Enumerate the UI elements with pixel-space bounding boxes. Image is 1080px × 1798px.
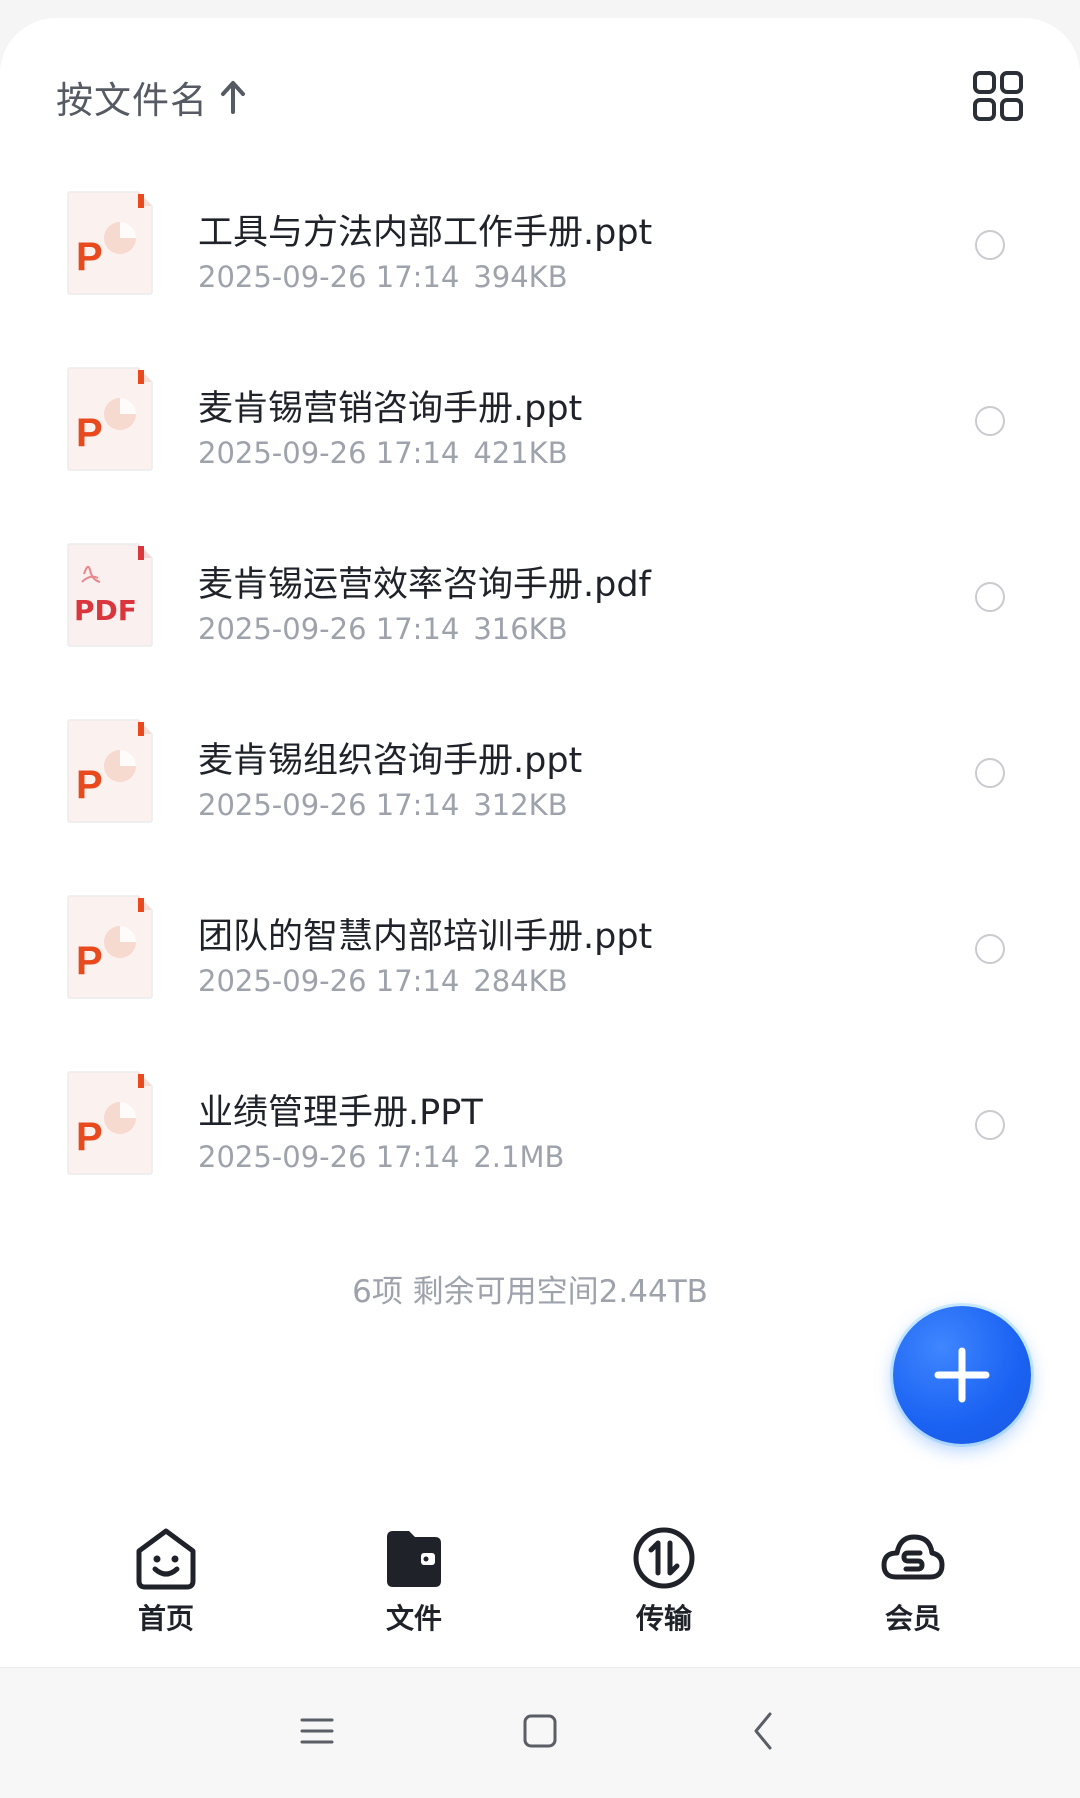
file-meta: 2025-09-26 17:14 312KB xyxy=(198,788,568,822)
file-size: 312KB xyxy=(473,788,568,822)
file-date: 2025-09-26 17:14 xyxy=(198,260,460,294)
file-name: 工具与方法内部工作手册.ppt xyxy=(198,213,653,253)
ppt-file-icon: P xyxy=(67,191,153,295)
nav-vip-label: 会员 xyxy=(884,1602,941,1635)
menu-icon[interactable] xyxy=(292,1706,342,1756)
back-chevron-icon[interactable] xyxy=(740,1706,790,1756)
file-icon-label: P xyxy=(76,763,103,807)
nav-home[interactable]: 首页 xyxy=(106,1525,226,1635)
ppt-file-icon: P xyxy=(67,367,153,471)
bottom-nav: 首页 文件 传输 会员 xyxy=(0,1505,1080,1665)
file-name: 业绩管理手册.PPT xyxy=(198,1093,483,1133)
file-icon-label: P xyxy=(76,411,103,455)
file-date: 2025-09-26 17:14 xyxy=(198,612,460,646)
file-name: 麦肯锡运营效率咨询手册.pdf xyxy=(198,565,651,605)
nav-vip[interactable]: 会员 xyxy=(853,1525,973,1635)
wallet-folder-icon xyxy=(387,1531,441,1587)
square-home-icon[interactable] xyxy=(515,1706,565,1756)
add-button[interactable] xyxy=(893,1306,1031,1444)
file-row[interactable]: P 团队的智慧内部培训手册.ppt 2025-09-26 17:14 284KB xyxy=(0,872,1080,1048)
file-meta: 2025-09-26 17:14 284KB xyxy=(198,964,568,998)
file-row[interactable]: P 工具与方法内部工作手册.ppt 2025-09-26 17:14 394KB xyxy=(0,168,1080,344)
file-icon-label: PDF xyxy=(74,594,137,627)
arrow-up-icon xyxy=(221,81,245,114)
file-size: 394KB xyxy=(473,260,568,294)
file-name: 团队的智慧内部培训手册.ppt xyxy=(198,917,653,957)
nav-transfer-label: 传输 xyxy=(635,1602,692,1635)
grid-view-icon[interactable] xyxy=(972,70,1024,122)
nav-home-label: 首页 xyxy=(137,1602,194,1635)
ppt-file-icon: P xyxy=(67,719,153,823)
ppt-file-icon: P xyxy=(67,1071,153,1175)
file-name: 麦肯锡组织咨询手册.ppt xyxy=(198,741,583,781)
file-meta: 2025-09-26 17:14 421KB xyxy=(198,436,568,470)
file-row[interactable]: P 业绩管理手册.PPT 2025-09-26 17:14 2.1MB xyxy=(0,1048,1080,1224)
sort-label: 按文件名 xyxy=(56,79,208,122)
file-date: 2025-09-26 17:14 xyxy=(198,1140,460,1174)
smiley-home-icon xyxy=(136,1528,196,1590)
file-name: 麦肯锡营销咨询手册.ppt xyxy=(198,389,583,429)
file-row[interactable]: P 麦肯锡营销咨询手册.ppt 2025-09-26 17:14 421KB xyxy=(0,344,1080,520)
file-date: 2025-09-26 17:14 xyxy=(198,964,460,998)
file-icon-label: P xyxy=(76,1115,103,1159)
select-radio[interactable] xyxy=(975,582,1005,612)
system-nav-bar xyxy=(0,1667,1080,1798)
transfer-arrows-icon xyxy=(633,1527,695,1589)
file-row[interactable]: P 麦肯锡组织咨询手册.ppt 2025-09-26 17:14 312KB xyxy=(0,696,1080,872)
file-size: 2.1MB xyxy=(473,1140,565,1174)
nav-transfer[interactable]: 传输 xyxy=(604,1525,724,1635)
file-list: P 工具与方法内部工作手册.ppt 2025-09-26 17:14 394KB … xyxy=(0,168,1080,1224)
file-meta: 2025-09-26 17:14 2.1MB xyxy=(198,1140,564,1174)
cloud-s-icon xyxy=(881,1534,945,1580)
file-icon-label: P xyxy=(76,939,103,983)
select-radio[interactable] xyxy=(975,230,1005,260)
select-radio[interactable] xyxy=(975,1110,1005,1140)
select-radio[interactable] xyxy=(975,934,1005,964)
sort-by-name-button[interactable]: 按文件名 xyxy=(56,70,246,124)
storage-summary: 6项 剩余可用空间2.44TB xyxy=(352,1274,708,1310)
nav-files[interactable]: 文件 xyxy=(354,1525,474,1635)
sort-toolbar: 按文件名 xyxy=(56,70,1024,130)
file-size: 284KB xyxy=(473,964,568,998)
file-row[interactable]: PDF 麦肯锡运营效率咨询手册.pdf 2025-09-26 17:14 316K… xyxy=(0,520,1080,696)
file-size: 316KB xyxy=(473,612,568,646)
file-date: 2025-09-26 17:14 xyxy=(198,788,460,822)
file-meta: 2025-09-26 17:14 316KB xyxy=(198,612,568,646)
select-radio[interactable] xyxy=(975,406,1005,436)
select-radio[interactable] xyxy=(975,758,1005,788)
nav-files-label: 文件 xyxy=(385,1602,442,1635)
file-meta: 2025-09-26 17:14 394KB xyxy=(198,260,568,294)
ppt-file-icon: P xyxy=(67,895,153,999)
plus-icon xyxy=(934,1347,990,1403)
file-icon-label: P xyxy=(76,235,103,279)
pdf-file-icon: PDF xyxy=(67,543,153,647)
file-date: 2025-09-26 17:14 xyxy=(198,436,460,470)
file-size: 421KB xyxy=(473,436,568,470)
